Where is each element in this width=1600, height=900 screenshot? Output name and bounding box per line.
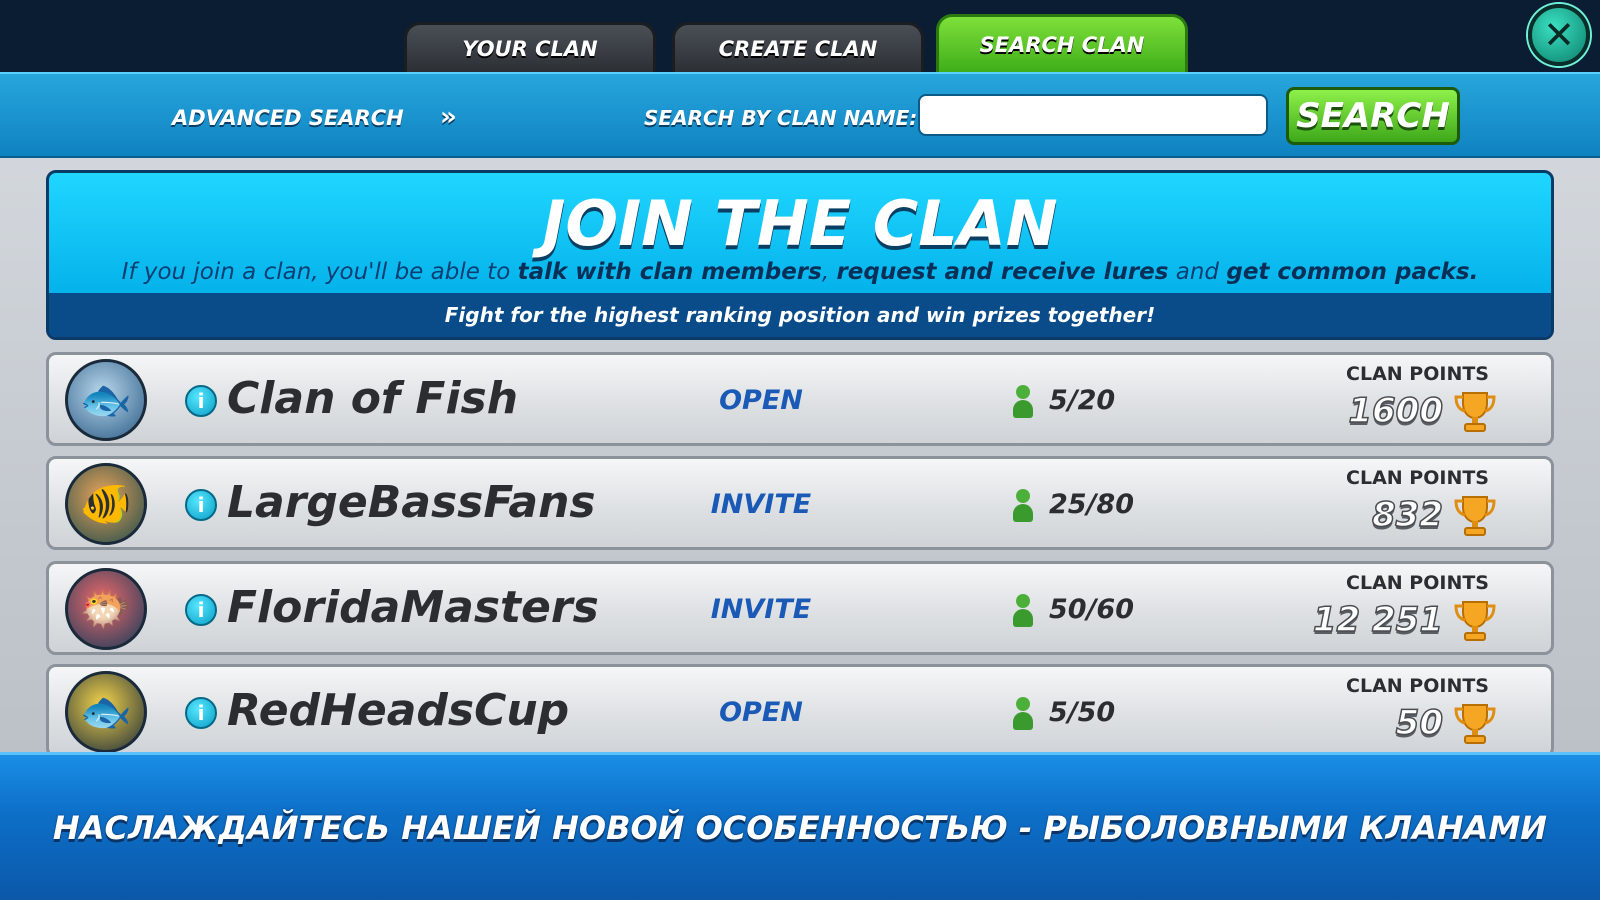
clan-status: INVITE <box>710 489 812 520</box>
clan-points-value: 1600 <box>1348 390 1444 432</box>
clan-name-search-input[interactable] <box>918 94 1268 136</box>
clan-points-label: CLAN POINTS <box>1346 572 1489 594</box>
clan-avatar: 🐠 <box>65 463 147 545</box>
banner-desc-text-2: , <box>821 259 837 285</box>
banner-desc-bold-2: request and receive lures <box>836 259 1169 285</box>
clan-name: Clan of Fish <box>227 373 519 424</box>
close-button[interactable]: ✕ <box>1528 4 1590 66</box>
trophy-icon <box>1454 392 1496 432</box>
search-bar: ADVANCED SEARCH » SEARCH BY CLAN NAME: S… <box>0 72 1600 158</box>
member-icon <box>1011 489 1035 523</box>
clan-avatar: 🐟 <box>65 359 147 441</box>
member-count: 50/60 <box>1049 594 1135 625</box>
clan-avatar: 🐡 <box>65 568 147 650</box>
close-icon: ✕ <box>1543 13 1575 57</box>
clan-avatar: 🐟 <box>65 671 147 753</box>
fish-icon: 🐟 <box>79 375 133 424</box>
tab-search-clan[interactable]: SEARCH CLAN <box>936 14 1188 72</box>
trophy-icon <box>1454 704 1496 744</box>
banner-title: JOIN THE CLAN <box>542 187 1058 260</box>
clan-row[interactable]: 🐠 i LargeBassFans INVITE 25/80 CLAN POIN… <box>46 456 1554 550</box>
clan-points-label: CLAN POINTS <box>1346 675 1489 697</box>
clan-points-label: CLAN POINTS <box>1346 467 1489 489</box>
info-icon[interactable]: i <box>185 697 217 729</box>
tab-your-clan[interactable]: YOUR CLAN <box>404 22 656 72</box>
info-icon[interactable]: i <box>185 489 217 521</box>
advanced-search-link[interactable]: ADVANCED SEARCH <box>172 106 404 130</box>
search-by-name-label: SEARCH BY CLAN NAME: <box>644 106 918 130</box>
fish-icon: 🐠 <box>79 479 133 528</box>
clan-row[interactable]: 🐟 i Clan of Fish OPEN 5/20 CLAN POINTS 1… <box>46 352 1554 446</box>
member-count: 5/20 <box>1049 385 1116 416</box>
double-chevron-right-icon[interactable]: » <box>440 102 457 132</box>
fish-icon: 🐟 <box>79 687 133 736</box>
member-count: 5/50 <box>1049 697 1116 728</box>
clan-row[interactable]: 🐟 i RedHeadsCup OPEN 5/50 CLAN POINTS 50 <box>46 664 1554 758</box>
banner-description: If you join a clan, you'll be able to ta… <box>49 259 1551 285</box>
clan-name: LargeBassFans <box>227 477 596 528</box>
member-icon <box>1011 697 1035 731</box>
info-icon[interactable]: i <box>185 594 217 626</box>
clan-points-value: 50 <box>1395 702 1444 744</box>
top-tab-bar: YOUR CLAN CREATE CLAN SEARCH CLAN ✕ <box>0 0 1600 72</box>
member-count: 25/80 <box>1049 489 1135 520</box>
clan-name: FloridaMasters <box>227 582 599 633</box>
search-button[interactable]: SEARCH <box>1286 87 1460 145</box>
info-icon[interactable]: i <box>185 385 217 417</box>
tab-create-clan[interactable]: CREATE CLAN <box>672 22 924 72</box>
clan-points-label: CLAN POINTS <box>1346 363 1489 385</box>
banner-desc-bold-3: get common packs. <box>1226 259 1479 285</box>
banner-desc-text-1: If you join a clan, you'll be able to <box>121 259 518 285</box>
clan-row[interactable]: 🐡 i FloridaMasters INVITE 50/60 CLAN POI… <box>46 561 1554 655</box>
clan-points-value: 12 251 <box>1312 599 1444 641</box>
clan-points-value: 832 <box>1371 494 1443 536</box>
clan-status: INVITE <box>710 594 812 625</box>
clan-name: RedHeadsCup <box>227 685 570 736</box>
trophy-icon <box>1454 496 1496 536</box>
banner-footer: Fight for the highest ranking position a… <box>49 293 1551 337</box>
fish-icon: 🐡 <box>79 584 133 633</box>
banner-desc-text-3: and <box>1168 259 1227 285</box>
member-icon <box>1011 594 1035 628</box>
promo-banner: НАСЛАЖДАЙТЕСЬ НАШЕЙ НОВОЙ ОСОБЕННОСТЬЮ -… <box>0 752 1600 900</box>
promo-text: НАСЛАЖДАЙТЕСЬ НАШЕЙ НОВОЙ ОСОБЕННОСТЬЮ -… <box>52 808 1548 847</box>
join-clan-banner: JOIN THE CLAN If you join a clan, you'll… <box>46 170 1554 340</box>
banner-desc-bold-1: talk with clan members <box>517 259 822 285</box>
trophy-icon <box>1454 601 1496 641</box>
clan-status: OPEN <box>719 697 803 728</box>
clan-status: OPEN <box>719 385 803 416</box>
member-icon <box>1011 385 1035 419</box>
